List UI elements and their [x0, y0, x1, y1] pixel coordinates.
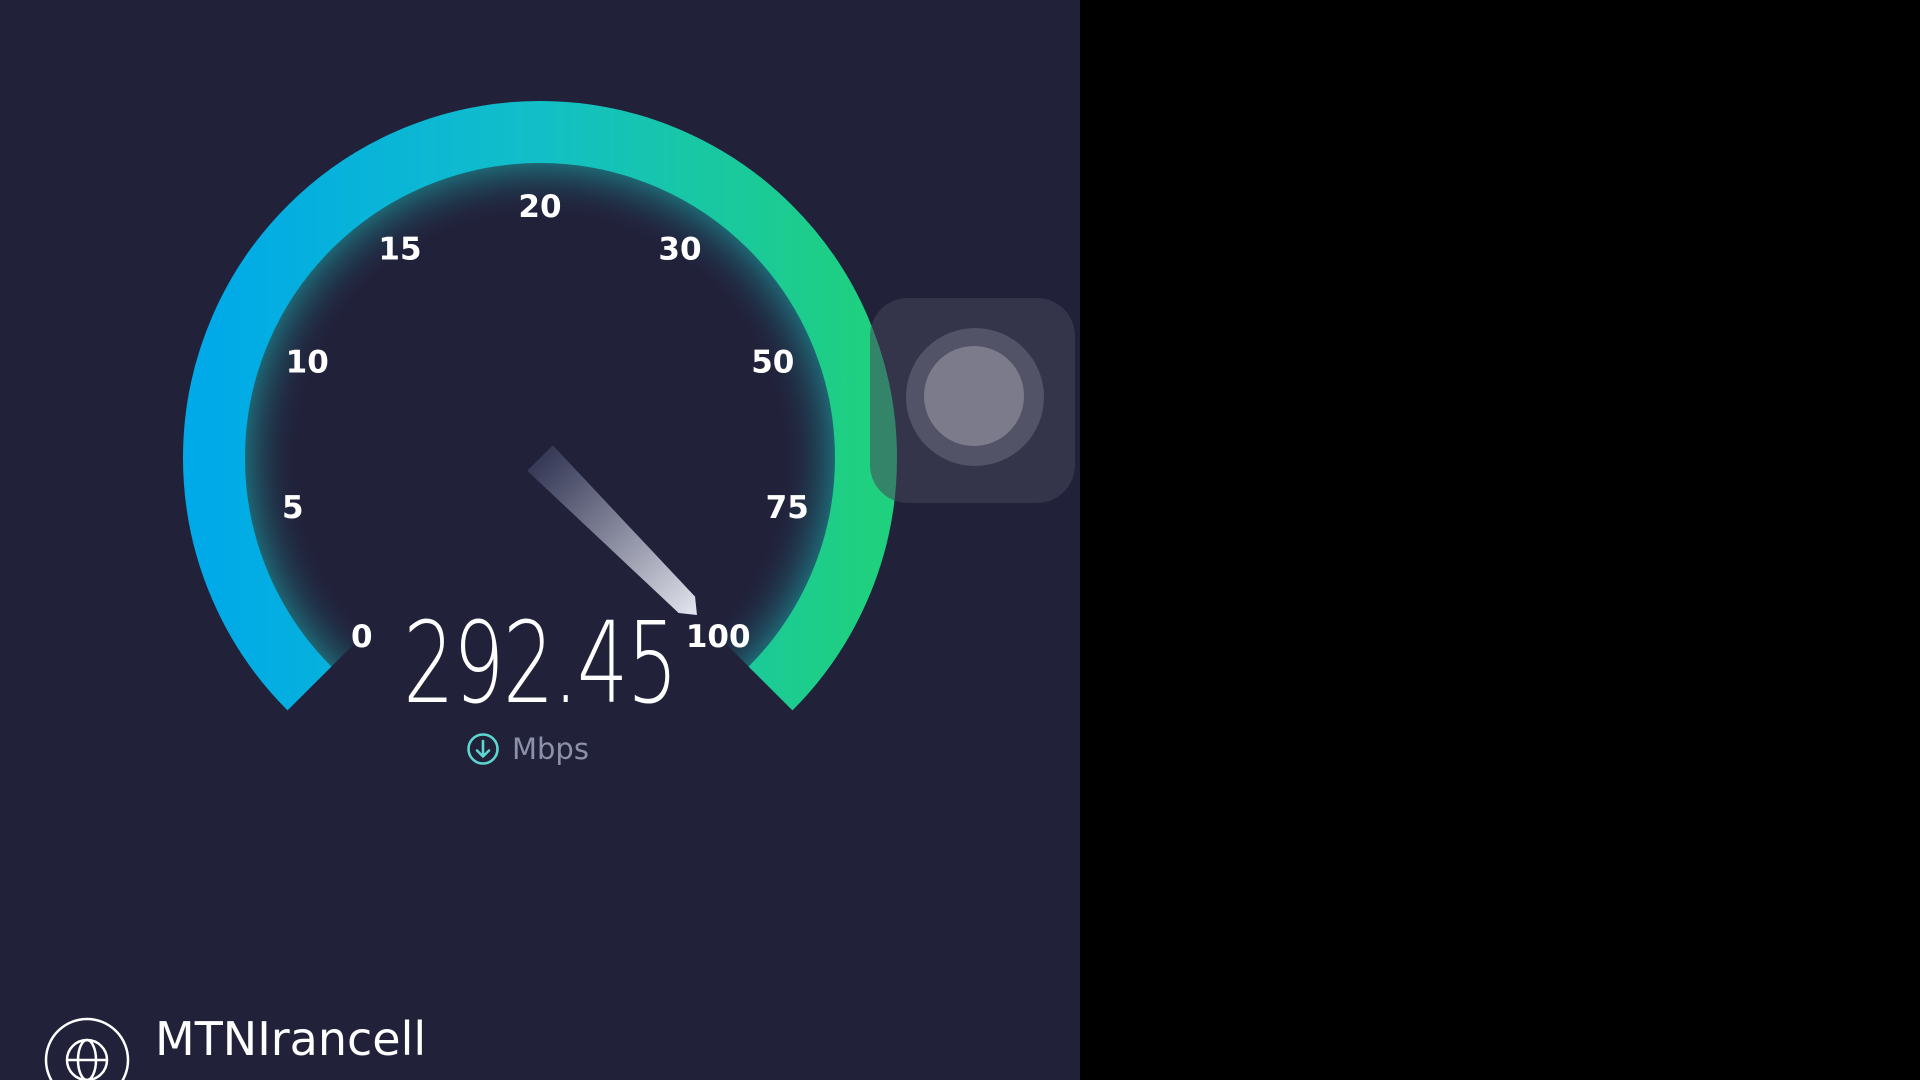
tick-label-75: 75: [766, 490, 809, 526]
assistive-touch-dot: [924, 346, 1024, 446]
tick-label-10: 10: [286, 345, 329, 381]
speed-gauge: 0 5 10 15 20 30 50 75 100: [183, 101, 897, 711]
speed-reading: 292.45: [403, 599, 678, 729]
tick-label-5: 5: [282, 490, 304, 526]
tick-label-20: 20: [518, 189, 561, 225]
assistive-touch-button[interactable]: [870, 298, 1075, 503]
speed-unit-label: Mbps: [512, 732, 589, 766]
gauge-inner-glow: [239, 157, 841, 671]
gauge-needle: [527, 445, 697, 615]
tick-label-15: 15: [378, 232, 421, 268]
assistive-touch-icon: [906, 328, 1044, 466]
globe-icon: [44, 1017, 130, 1080]
tick-label-100: 100: [686, 619, 751, 655]
speedtest-screen: 0 5 10 15 20 30 50 75 100 292.45 Mbps MT…: [0, 0, 1080, 1080]
tick-label-30: 30: [658, 232, 701, 268]
speed-unit-row: Mbps: [466, 732, 589, 766]
tick-label-50: 50: [751, 345, 794, 381]
download-arrow-icon: [467, 733, 499, 765]
tick-label-0: 0: [351, 619, 373, 655]
provider-name: MTNIrancell: [155, 1012, 427, 1066]
